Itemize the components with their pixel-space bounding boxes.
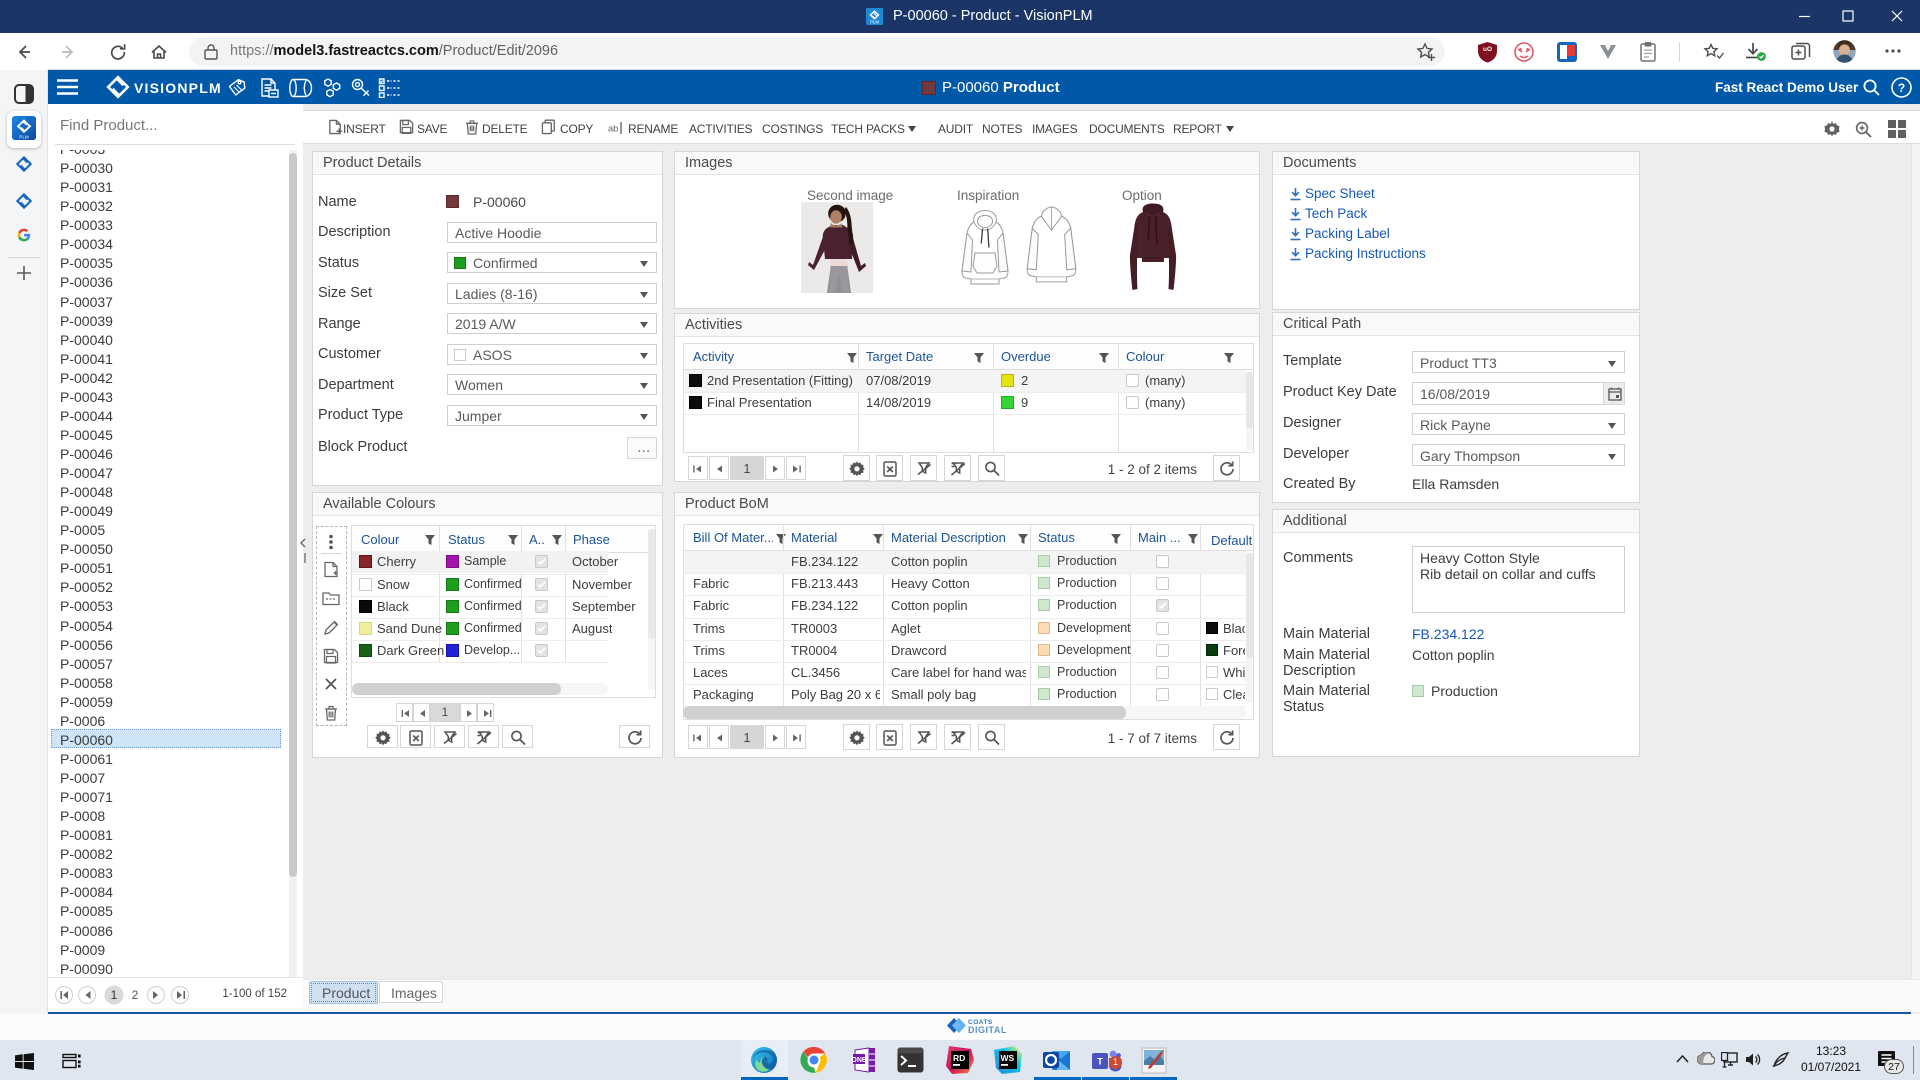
svg-text:DIGITAL: DIGITAL xyxy=(968,1025,1007,1035)
svg-text:T: T xyxy=(1097,1057,1103,1068)
svg-text:1: 1 xyxy=(111,988,118,1002)
svg-text:ONE: ONE xyxy=(851,1057,867,1064)
svg-text:uO: uO xyxy=(1483,46,1492,53)
svg-text:WS: WS xyxy=(1001,1053,1015,1063)
svg-text:PLM: PLM xyxy=(870,20,879,25)
svg-text:ab: ab xyxy=(608,124,618,135)
svg-text:RD: RD xyxy=(953,1053,965,1063)
svg-text:?: ? xyxy=(1898,81,1905,95)
svg-text:PLM: PLM xyxy=(19,135,29,140)
svg-text:2: 2 xyxy=(132,988,139,1002)
